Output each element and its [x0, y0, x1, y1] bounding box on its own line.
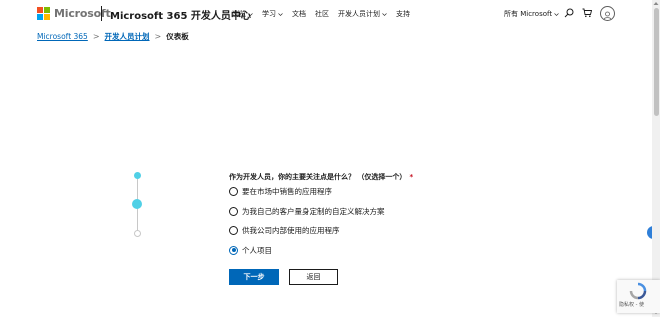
- option-marketplace-app[interactable]: 要在市场中销售的应用程序: [229, 187, 385, 196]
- nav-item-label: 开发人员计划: [338, 10, 380, 18]
- nav-item-label: 支持: [396, 10, 410, 18]
- logo-text: Microsoft: [54, 7, 111, 20]
- breadcrumb-link-developer-program[interactable]: 开发人员计划: [105, 31, 150, 42]
- breadcrumb: Microsoft 365 > 开发人员计划 > 仪表板: [37, 31, 189, 42]
- nav-item-label: 社区: [315, 10, 329, 18]
- question-text: 作为开发人员，你的主要关注点是什么？ （仅选择一个）: [229, 173, 407, 181]
- nav-item-label: 学习: [262, 10, 276, 18]
- recaptcha-privacy-label[interactable]: 隐私权 - 使: [619, 301, 644, 308]
- scrollbar-thumb[interactable]: [654, 8, 659, 116]
- option-label: 供我公司内部使用的应用程序: [242, 226, 340, 235]
- option-personal-project[interactable]: 个人项目: [229, 245, 385, 255]
- option-label: 要在市场中销售的应用程序: [242, 187, 332, 196]
- site-header: Microsoft Microsoft 365 开发人员中心 浏览 学习 文档 …: [0, 0, 660, 28]
- chevron-down-icon: [278, 12, 283, 16]
- radio-button[interactable]: [229, 187, 238, 196]
- chevron-down-icon: [382, 12, 387, 16]
- breadcrumb-separator: >: [92, 32, 100, 41]
- stepper-step-completed: [134, 172, 141, 179]
- search-icon[interactable]: [564, 8, 574, 18]
- all-microsoft-menu[interactable]: 所有 Microsoft: [504, 9, 559, 19]
- microsoft-logo-icon: [37, 7, 50, 20]
- microsoft-logo[interactable]: Microsoft: [37, 7, 111, 20]
- nav-item-label: 浏览: [232, 10, 246, 18]
- radio-button[interactable]: [229, 226, 238, 235]
- all-microsoft-label: 所有 Microsoft: [504, 10, 553, 18]
- nav-item-developer-program[interactable]: 开发人员计划: [338, 9, 387, 19]
- chevron-down-icon: [248, 12, 253, 16]
- nav-item-learn[interactable]: 学习: [262, 9, 283, 19]
- radio-button-selected[interactable]: [229, 245, 238, 255]
- scroll-up-arrow-icon[interactable]: [653, 1, 659, 6]
- nav-item-support[interactable]: 支持: [396, 9, 410, 19]
- back-button[interactable]: 返回: [289, 269, 338, 285]
- stepper-step-current: [132, 199, 142, 209]
- header-divider: [101, 6, 102, 21]
- breadcrumb-link-microsoft365[interactable]: Microsoft 365: [37, 32, 88, 41]
- main-nav: 浏览 学习 文档 社区 开发人员计划 支持: [232, 9, 410, 19]
- user-icon: [603, 11, 612, 20]
- nav-item-label: 文档: [292, 10, 306, 18]
- radio-button[interactable]: [229, 206, 238, 216]
- option-internal-app[interactable]: 供我公司内部使用的应用程序: [229, 226, 385, 235]
- nav-item-browse[interactable]: 浏览: [232, 9, 253, 19]
- focus-options: 要在市场中销售的应用程序 为我自己的客户量身定制的自定义解决方案 供我公司内部使…: [229, 187, 385, 265]
- option-custom-solution[interactable]: 为我自己的客户量身定制的自定义解决方案: [229, 206, 385, 216]
- chevron-down-icon: [554, 12, 559, 16]
- account-avatar[interactable]: [600, 6, 615, 21]
- breadcrumb-separator: >: [154, 32, 162, 41]
- required-mark: *: [409, 173, 414, 181]
- recaptcha-badge[interactable]: 隐私权 - 使: [617, 280, 660, 313]
- cart-icon[interactable]: [582, 8, 592, 18]
- nav-item-community[interactable]: 社区: [315, 9, 329, 19]
- option-label: 个人项目: [242, 245, 272, 255]
- option-label: 为我自己的客户量身定制的自定义解决方案: [242, 206, 385, 216]
- question-label: 作为开发人员，你的主要关注点是什么？ （仅选择一个） *: [229, 172, 413, 182]
- nav-item-docs[interactable]: 文档: [292, 9, 306, 19]
- recaptcha-logo-icon: [629, 282, 647, 300]
- stepper-step-pending: [134, 230, 141, 237]
- site-title[interactable]: Microsoft 365 开发人员中心: [110, 7, 251, 22]
- next-button[interactable]: 下一步: [229, 269, 279, 285]
- breadcrumb-current: 仪表板: [166, 32, 189, 41]
